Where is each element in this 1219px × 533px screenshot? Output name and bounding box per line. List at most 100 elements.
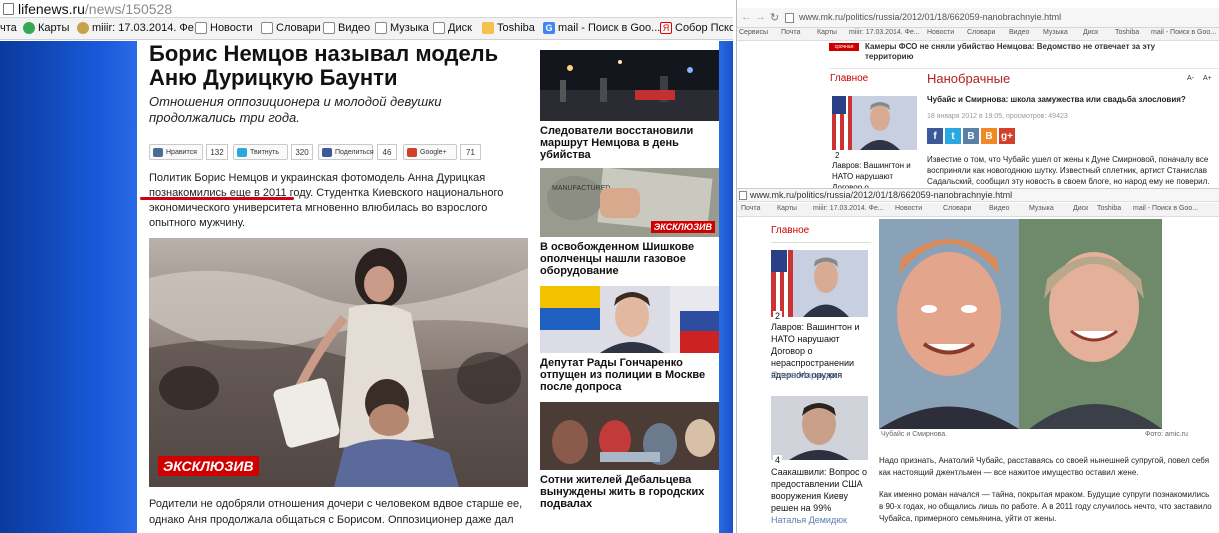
bookmark-item[interactable]: Карты — [777, 205, 797, 212]
bookmark-item[interactable]: Карты — [817, 29, 837, 36]
sidebar-news-title[interactable]: Депутат Рады Гончаренко отпущен из полиц… — [540, 357, 720, 393]
bookmark-item[interactable]: miiir: 17.03.2014. Фе... — [849, 29, 920, 36]
vk-like-button[interactable]: Нравится — [149, 144, 203, 160]
bookmark-item[interactable]: Словари — [967, 29, 995, 36]
page-icon — [195, 22, 207, 34]
font-increase-button[interactable]: A+ — [1203, 75, 1212, 82]
saakashvili-thumb[interactable] — [771, 396, 868, 460]
page-icon — [261, 22, 273, 34]
facebook-share-icon[interactable]: f — [927, 128, 943, 144]
bookmark-item[interactable]: Новости — [195, 22, 253, 34]
deputy-portrait-image — [540, 286, 719, 353]
night-street-image — [540, 50, 719, 121]
bookmark-item[interactable]: Toshiba — [1097, 205, 1121, 212]
bookmark-item[interactable]: Gmail - Поиск в Goo... — [543, 22, 660, 34]
sidebar-news-title[interactable]: Следователи восстановили маршрут Немцова… — [540, 125, 720, 161]
address-bar[interactable]: ← → ↻ www.mk.ru/politics/russia/2012/01/… — [737, 8, 1219, 28]
facebook-share-button[interactable]: Поделиться — [318, 144, 374, 160]
google-plus-share-icon[interactable]: g+ — [999, 128, 1015, 144]
facebook-share-count: 46 — [377, 144, 397, 160]
bookmark-item[interactable]: Музыка — [375, 22, 429, 34]
odnoklassniki-share-icon[interactable]: B — [981, 128, 997, 144]
vk-like-count: 132 — [206, 144, 228, 160]
bookmark-item[interactable]: Видео — [1009, 29, 1029, 36]
sidebar-thumb[interactable] — [540, 286, 719, 353]
urgent-news-text[interactable]: Камеры ФСО не сняли убийство Немцова: Ве… — [865, 42, 1185, 62]
vk-share-icon[interactable]: B — [963, 128, 979, 144]
lavrov-image — [771, 250, 868, 317]
page-icon — [739, 191, 747, 200]
bookmark-item[interactable]: Toshiba — [482, 22, 535, 34]
nav-main-link[interactable]: Главное — [830, 73, 868, 84]
page-icon — [433, 22, 445, 34]
forward-icon[interactable]: → — [755, 11, 766, 23]
photo-illustration — [149, 238, 528, 487]
reload-icon[interactable]: ↻ — [770, 11, 779, 24]
chubais-smirnova-photo — [879, 219, 1162, 429]
page-icon — [323, 22, 335, 34]
photo-credit: Фото: amic.ru — [1145, 431, 1188, 438]
bookmark-item[interactable]: Диск — [433, 22, 472, 34]
exclusive-badge: ЭКСКЛЮЗИВ — [158, 456, 259, 476]
bookmark-item[interactable]: miiir: 17.03.2014. Фе... — [77, 22, 203, 34]
sidebar-thumb[interactable] — [540, 402, 719, 470]
lavrov-thumb[interactable] — [832, 96, 917, 150]
bookmark-item[interactable]: mail - Поиск в Goo... — [1133, 205, 1198, 212]
bookmark-item[interactable]: mail - Поиск в Goo... — [1151, 29, 1216, 36]
address-bar[interactable]: lifenews.ru/news/150528 — [0, 0, 733, 18]
bookmark-item[interactable]: Почта — [781, 29, 800, 36]
url-text: www.mk.ru/politics/russia/2012/01/18/662… — [750, 190, 1013, 200]
bookmark-item[interactable]: Сервисы — [739, 29, 768, 36]
article-paragraph: Известие о том, что Чубайс ушел от жены … — [927, 155, 1210, 186]
bookmark-item[interactable]: Новости — [895, 205, 922, 212]
yandex-icon: Я — [660, 22, 672, 34]
sidebar-news-title[interactable]: Сотни жителей Дебальцева вынуждены жить … — [540, 474, 720, 510]
nav-main-link[interactable]: Главное — [771, 225, 809, 236]
news-author[interactable]: Наталья Демидюк — [771, 515, 847, 525]
bookmark-item[interactable]: Музыка — [1043, 29, 1068, 36]
bookmark-item[interactable]: Диск — [1083, 29, 1098, 36]
address-bar-2[interactable]: www.mk.ru/politics/russia/2012/01/18/662… — [737, 188, 1219, 202]
facebook-icon — [322, 147, 332, 157]
bookmark-item[interactable]: miiir: 17.03.2014. Фе... — [813, 205, 884, 212]
twitter-share-icon[interactable]: t — [945, 128, 961, 144]
exclusive-badge: ЭКСКЛЮЗИВ — [650, 221, 715, 233]
bookmark-item[interactable]: Карты — [23, 22, 69, 34]
bookmark-item[interactable]: Словари — [261, 22, 321, 34]
bookmark-item[interactable]: ЯСобор Псков — [660, 22, 733, 34]
font-decrease-button[interactable]: A- — [1187, 75, 1194, 82]
sidebar-thumb[interactable]: MANUFACTURED ЭКСКЛЮЗИВ — [540, 168, 719, 237]
bookmark-item[interactable]: Диск — [1073, 205, 1088, 212]
tweet-count: 320 — [291, 144, 313, 160]
vk-icon — [153, 147, 163, 157]
bookmark-item[interactable]: Музыка — [1029, 205, 1054, 212]
rank-badge: 2 — [833, 151, 842, 160]
back-icon[interactable]: ← — [741, 11, 752, 23]
bookmark-item[interactable]: Словари — [943, 205, 971, 212]
google-plus-button[interactable]: Google+ — [403, 144, 457, 160]
basement-people-image — [540, 402, 719, 470]
bookmark-item[interactable]: чта — [0, 22, 17, 34]
sidebar-news-title[interactable]: В освобожденном Шишкове ополченцы нашли … — [540, 241, 720, 277]
bookmark-item[interactable]: Новости — [927, 29, 954, 36]
side-news-title[interactable]: Лавров: Вашингтон и НАТО нарушают Догово… — [832, 160, 918, 188]
bookmarks-bar: чта Карты miiir: 17.03.2014. Фе... Новос… — [0, 18, 733, 40]
sidebar-thumb[interactable] — [540, 50, 719, 121]
lavrov-thumb[interactable] — [771, 250, 868, 317]
article-headline: Борис Немцов называл модель Аню Дурицкую… — [149, 41, 499, 90]
news-author[interactable]: Ольга Маранди — [771, 370, 836, 380]
article-paragraph: Надо признать, Анатолий Чубайс, расстава… — [879, 456, 1210, 477]
bookmark-item[interactable]: Видео — [323, 22, 370, 34]
portraits-image — [879, 219, 1162, 429]
tweet-button[interactable]: Твитнуть — [233, 144, 288, 160]
saakashvili-image — [771, 396, 868, 460]
bookmark-item[interactable]: Toshiba — [1115, 29, 1139, 36]
bookmark-item[interactable]: Видео — [989, 205, 1009, 212]
svg-text:MANUFACTURED: MANUFACTURED — [552, 185, 610, 192]
article-title: Чубайс и Смирнова: школа замужества или … — [927, 95, 1186, 104]
bookmarks-bar-2: Почта Карты miiir: 17.03.2014. Фе... Нов… — [737, 203, 1219, 217]
page-icon — [3, 3, 14, 15]
side-news-title[interactable]: Саакашвили: Вопрос о предоставлении США … — [771, 466, 871, 514]
url-path: /news/150528 — [84, 1, 173, 17]
bookmark-item[interactable]: Почта — [741, 205, 760, 212]
